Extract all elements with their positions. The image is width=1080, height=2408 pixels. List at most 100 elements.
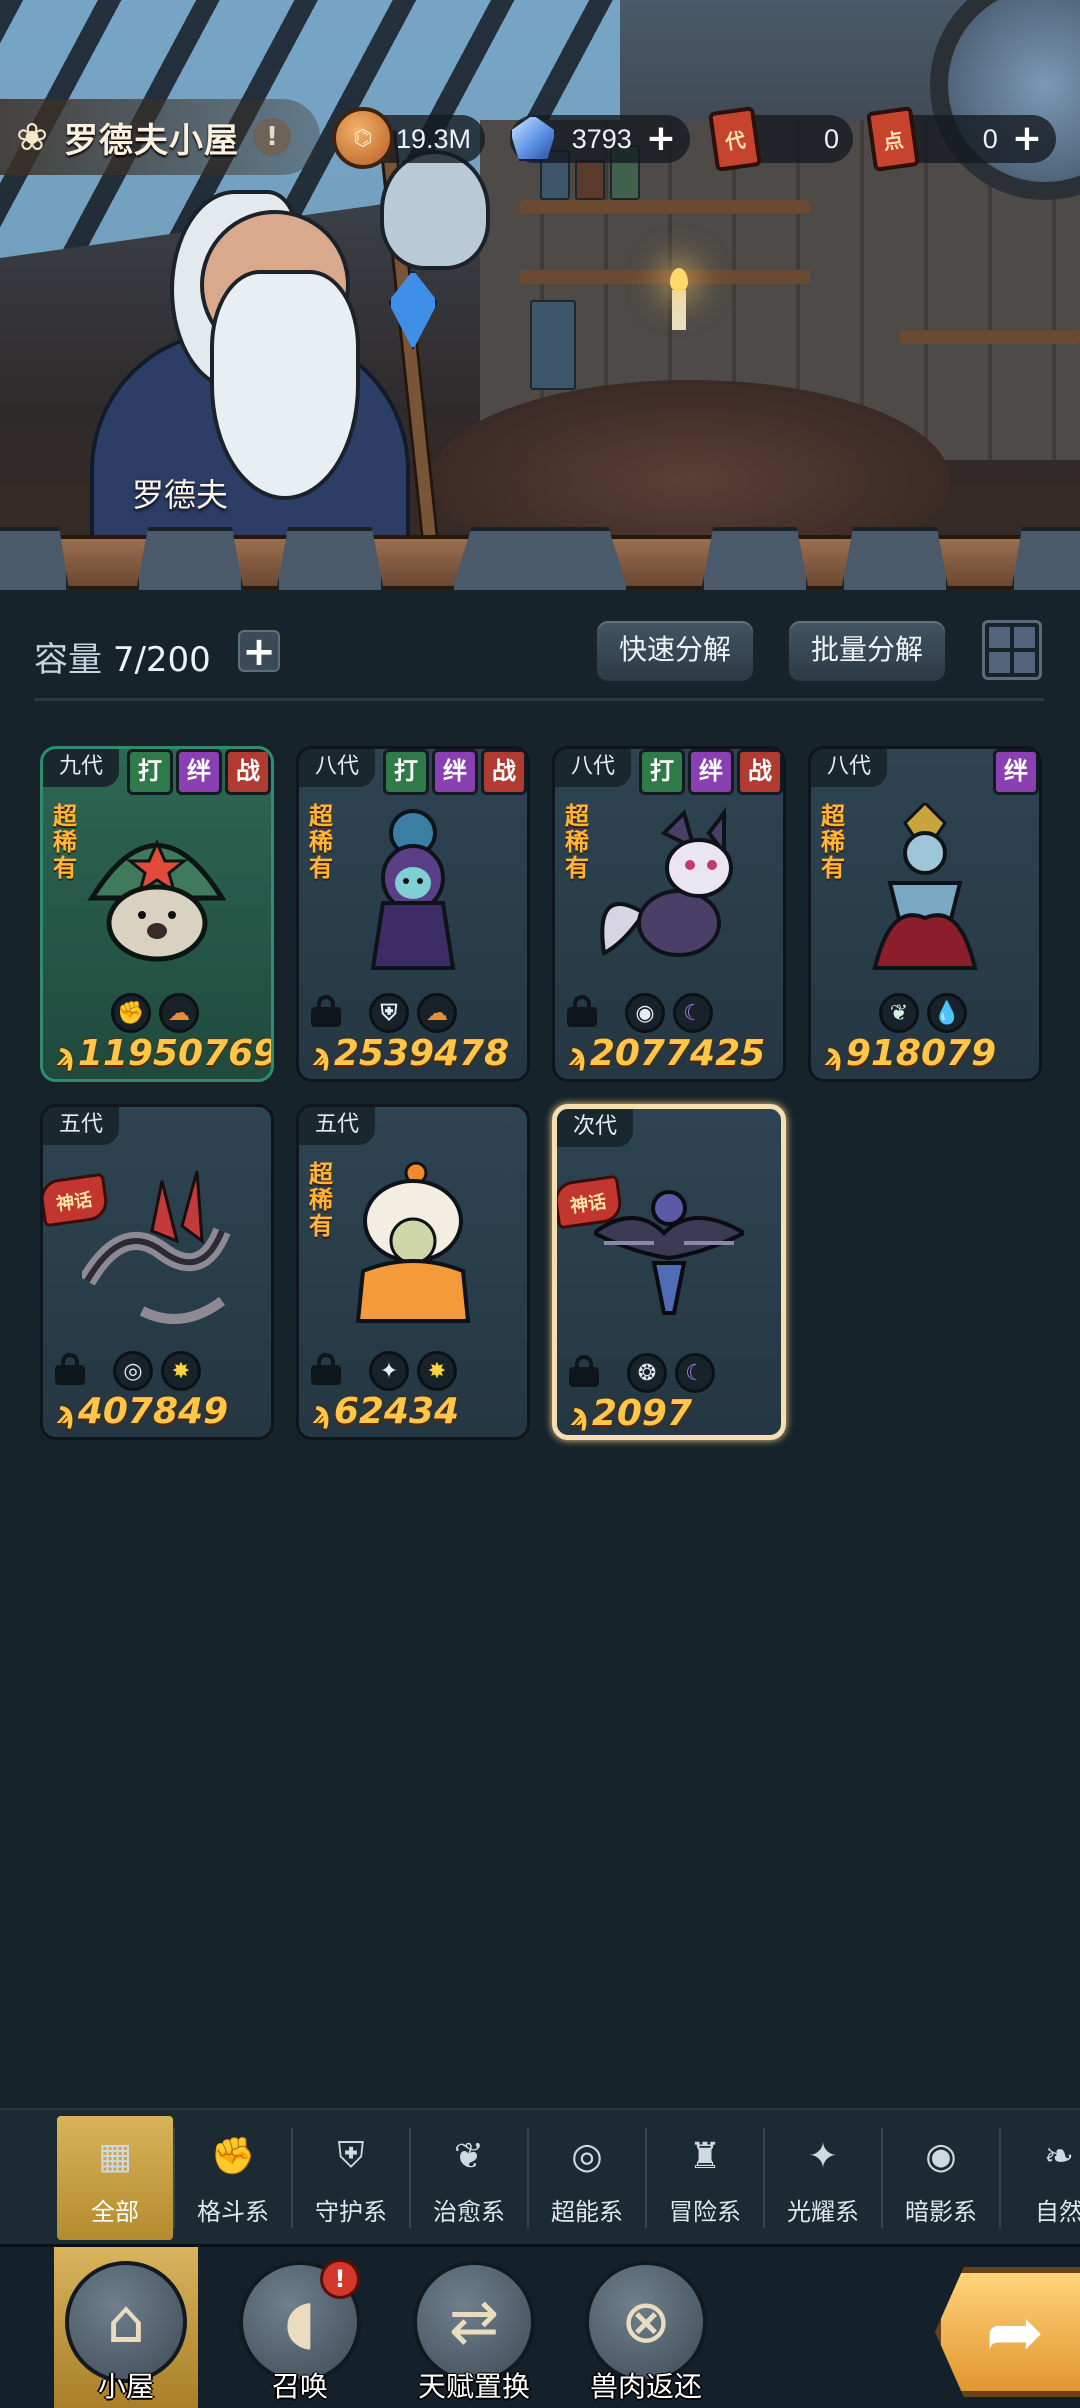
power-icon: ϡ	[57, 1396, 76, 1431]
filter-tab[interactable]: ✊ 格斗系	[175, 2116, 291, 2240]
ledge-block	[135, 527, 245, 590]
trait-badges: 打绊战	[636, 749, 783, 795]
lock-icon[interactable]	[569, 1355, 599, 1387]
top-bar: ❀ 罗德夫小屋 ! ⌬ 19.3M 3793 + 代 0 点 0 +	[0, 95, 1080, 183]
shelf	[520, 200, 810, 214]
tab-separator	[763, 2128, 765, 2228]
pudding-creature	[338, 1161, 488, 1331]
filter-tab[interactable]: ❧ 自然	[1001, 2116, 1080, 2240]
drop-icon: 💧	[927, 993, 967, 1033]
filter-tab[interactable]: ⛨ 守护系	[293, 2116, 409, 2240]
pet-card[interactable]: 九代打绊战超稀有 ✊ ☁ ϡ11950769	[40, 746, 274, 1082]
power-number: 918079	[845, 1033, 997, 1074]
ledge	[0, 527, 1080, 590]
power-number: 62434	[333, 1391, 460, 1432]
generation-label: 八代	[299, 749, 376, 787]
wizard-npc[interactable]	[60, 190, 440, 590]
lock-icon[interactable]	[567, 995, 597, 1027]
leaf-icon: ❦	[879, 993, 919, 1033]
ticket-dian-icon: 点	[866, 106, 920, 172]
trait-badges: 打绊战	[380, 749, 527, 795]
trait-badge: 绊	[176, 749, 222, 795]
nav-meat[interactable]: ⊗ 兽肉返还	[574, 2247, 718, 2408]
filter-tab[interactable]: ◉ 暗影系	[883, 2116, 999, 2240]
filter-tab[interactable]: ▦ 全部	[57, 2116, 173, 2240]
divider	[34, 698, 1044, 701]
element-icons: ✦ ✸	[365, 1351, 461, 1391]
trait-badge: 战	[481, 749, 527, 795]
grid-view-toggle[interactable]	[982, 620, 1042, 680]
ticket-dai-icon: 代	[708, 106, 762, 172]
info-icon[interactable]: !	[253, 118, 291, 156]
element-icons: ❂ ☾	[623, 1353, 719, 1393]
quick-decompose-button[interactable]: 快速分解	[594, 618, 757, 684]
filter-label: 暗影系	[905, 2198, 977, 2226]
ledge-block	[840, 527, 950, 590]
tab-separator	[291, 2128, 293, 2228]
batch-decompose-button[interactable]: 批量分解	[786, 618, 949, 684]
nav-egg[interactable]: ◖! 召唤	[228, 2247, 372, 2408]
expand-capacity-button[interactable]: +	[238, 630, 280, 672]
filter-label: 光耀系	[787, 2198, 859, 2226]
lock-icon[interactable]	[311, 1353, 341, 1385]
pet-card[interactable]: 五代 神话 ◎ ✸ ϡ407849	[40, 1104, 274, 1440]
pet-card[interactable]: 八代绊超稀有 ❦ 💧 ϡ918079	[808, 746, 1042, 1082]
power-icon: ϡ	[571, 1398, 590, 1433]
power-number: 407849	[77, 1391, 229, 1432]
pet-card[interactable]: 八代打绊战超稀有 ◉ ☾ ϡ2077425	[552, 746, 786, 1082]
wizard-beard	[210, 270, 360, 500]
sun-icon: ✸	[417, 1351, 457, 1391]
npc-name-label: 罗德夫	[132, 476, 229, 514]
generation-label: 五代	[43, 1107, 120, 1145]
power-value: ϡ62434	[313, 1391, 459, 1432]
candle	[672, 290, 686, 330]
go-arrow-button[interactable]: ➦	[935, 2267, 1080, 2397]
lock-icon[interactable]	[55, 1353, 85, 1385]
add-gem-button[interactable]: +	[646, 121, 676, 157]
filter-tab[interactable]: ✦ 光耀系	[765, 2116, 881, 2240]
filter-label: 治愈系	[433, 2198, 505, 2226]
filter-tab[interactable]: ♜ 冒险系	[647, 2116, 763, 2240]
home-title-tag: ❀ 罗德夫小屋 !	[0, 99, 320, 175]
grid-cell	[989, 627, 1010, 648]
nav-swap[interactable]: ⇄ 天赋置换	[402, 2247, 546, 2408]
gem-counter: 3793 +	[510, 115, 690, 163]
pet-card[interactable]: 五代 超稀有 ✦ ✸ ϡ62434	[296, 1104, 530, 1440]
add-ticket-button[interactable]: +	[1012, 121, 1042, 157]
lock-icon[interactable]	[311, 995, 341, 1027]
shield-icon: ⛨	[337, 2135, 365, 2176]
pet-card[interactable]: 八代打绊战超稀有 ⛨ ☁ ϡ2539478	[296, 746, 530, 1082]
tab-separator	[645, 2128, 647, 2228]
rock-icon: ☁	[159, 993, 199, 1033]
generation-label: 次代	[557, 1109, 634, 1147]
tab-separator	[527, 2128, 529, 2228]
tab-separator	[173, 2128, 175, 2228]
tab-separator	[881, 2128, 883, 2228]
rose-dryad-creature	[338, 803, 488, 973]
power-value: ϡ11950769	[57, 1033, 274, 1074]
power-value: ϡ407849	[57, 1391, 228, 1432]
grid-cell	[1014, 627, 1035, 648]
pet-card[interactable]: 次代 神话 ❂ ☾ ϡ2097	[552, 1104, 786, 1440]
rarity-label: 超稀有	[821, 802, 845, 882]
capacity-value: 7/200	[112, 640, 211, 680]
coin-counter: ⌬ 19.3M	[332, 107, 485, 169]
filter-tab[interactable]: ◎ 超能系	[529, 2116, 645, 2240]
trait-badge: 打	[639, 749, 685, 795]
ticket-dian-counter: 点 0 +	[866, 106, 1056, 172]
rarity-label: 超稀有	[309, 802, 333, 882]
grid-cell	[1014, 652, 1035, 673]
power-number: 2539478	[333, 1033, 510, 1074]
rarity-label: 超稀有	[565, 802, 589, 882]
power-number: 2097	[591, 1393, 693, 1434]
page-title: 罗德夫小屋	[64, 120, 239, 161]
filter-tab[interactable]: ❦ 治愈系	[411, 2116, 527, 2240]
shelf	[900, 330, 1080, 344]
tab-separator	[409, 2128, 411, 2228]
gem-value: 3793	[571, 123, 632, 154]
power-number: 11950769	[77, 1033, 274, 1074]
ledge-block	[450, 527, 630, 590]
fox-creature	[594, 803, 744, 973]
generation-label: 九代	[43, 749, 120, 787]
nav-house[interactable]: ⌂ 小屋	[54, 2247, 198, 2408]
